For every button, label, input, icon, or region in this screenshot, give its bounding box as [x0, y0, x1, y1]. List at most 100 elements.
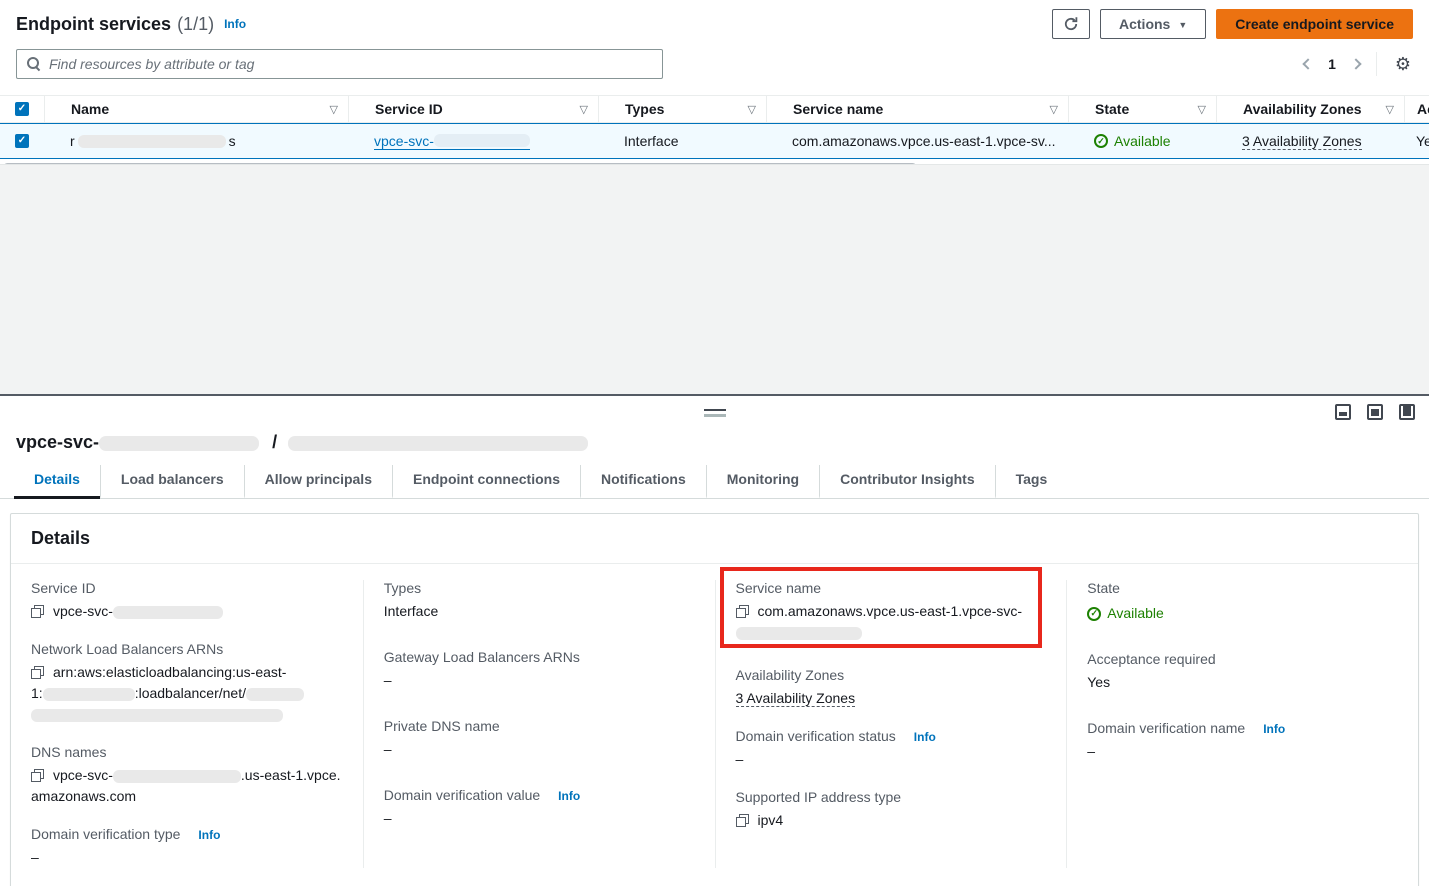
- row-name-suffix: s: [229, 133, 236, 149]
- refresh-button[interactable]: [1052, 9, 1090, 39]
- info-link[interactable]: Info: [1263, 722, 1285, 736]
- field-state: State ✓ Available: [1087, 580, 1398, 624]
- panel-drag-handle[interactable]: [704, 409, 726, 417]
- endpoint-services-section: Endpoint services (1/1) Info Actions ▼ C…: [0, 0, 1429, 164]
- filter-icon[interactable]: ▽: [748, 103, 756, 116]
- filter-icon[interactable]: ▽: [1386, 103, 1394, 116]
- tab-load-balancers[interactable]: Load balancers: [100, 465, 244, 499]
- field-domain-verification-type: Domain verification type Info –: [31, 826, 343, 868]
- redacted-text: [78, 135, 226, 148]
- redacted-text: [31, 709, 283, 722]
- service-id-link[interactable]: vpce-svc-: [374, 133, 530, 150]
- availability-zones-link[interactable]: 3 Availability Zones: [1242, 133, 1362, 150]
- row-state-cell: ✓ Available: [1068, 124, 1216, 158]
- column-header-state[interactable]: State ▽: [1068, 96, 1216, 122]
- row-acceptance-cell: Yes: [1404, 124, 1429, 158]
- panel-size-full-button[interactable]: [1399, 404, 1415, 420]
- panel-full-icon: [1399, 404, 1415, 420]
- row-availability-zones-cell: 3 Availability Zones: [1216, 124, 1404, 158]
- previous-page-icon[interactable]: [1302, 58, 1313, 69]
- redacted-text: [99, 436, 259, 451]
- content-background: [0, 164, 1429, 394]
- column-header-acceptance[interactable]: Acceptance required: [1404, 96, 1429, 122]
- state-badge: ✓ Available: [1094, 133, 1171, 149]
- filter-icon[interactable]: ▽: [580, 103, 588, 116]
- check-circle-icon: ✓: [1087, 607, 1101, 621]
- redacted-text: [113, 606, 223, 619]
- filter-icon[interactable]: ▽: [330, 103, 338, 116]
- create-endpoint-service-button[interactable]: Create endpoint service: [1216, 9, 1413, 39]
- panel-tabs: Details Load balancers Allow principals …: [0, 465, 1429, 499]
- table-row[interactable]: ✓ r s vpce-svc- Interface com.amazonaws.…: [0, 123, 1429, 159]
- refresh-icon: [1063, 16, 1079, 32]
- info-link[interactable]: Info: [558, 789, 580, 803]
- details-card-heading: Details: [11, 514, 1418, 564]
- select-all-cell: ✓: [0, 96, 44, 122]
- copy-icon[interactable]: [736, 814, 749, 827]
- actions-button[interactable]: Actions ▼: [1100, 9, 1206, 39]
- column-header-name[interactable]: Name ▽: [44, 96, 348, 122]
- tab-tags[interactable]: Tags: [995, 465, 1068, 499]
- tab-endpoint-connections[interactable]: Endpoint connections: [392, 465, 580, 499]
- row-name-cell: r s: [44, 124, 348, 158]
- availability-zones-link[interactable]: 3 Availability Zones: [736, 690, 856, 707]
- column-header-availability-zones[interactable]: Availability Zones ▽: [1216, 96, 1404, 122]
- redacted-text: [113, 770, 241, 783]
- info-link[interactable]: Info: [198, 828, 220, 842]
- details-card-body: Service ID vpce-svc- Network Load Balanc…: [11, 564, 1418, 886]
- table-toolbar: 1 ⚙: [0, 43, 1429, 87]
- details-column-1: Service ID vpce-svc- Network Load Balanc…: [11, 580, 363, 868]
- app-root: Endpoint services (1/1) Info Actions ▼ C…: [0, 0, 1429, 886]
- detail-split-panel: vpce-svc- / Details Load balancers Allow…: [0, 394, 1429, 886]
- details-column-2: Types Interface Gateway Load Balancers A…: [363, 580, 715, 868]
- field-availability-zones: Availability Zones 3 Availability Zones: [736, 667, 1047, 709]
- field-domain-verification-value: Domain verification value Info –: [384, 787, 695, 829]
- toolbar-divider: [1376, 52, 1377, 76]
- tab-monitoring[interactable]: Monitoring: [706, 465, 819, 499]
- copy-icon[interactable]: [31, 769, 44, 782]
- copy-icon[interactable]: [736, 605, 749, 618]
- copy-icon[interactable]: [31, 666, 44, 679]
- tab-details[interactable]: Details: [14, 465, 100, 499]
- tab-notifications[interactable]: Notifications: [580, 465, 706, 499]
- header-info-link[interactable]: Info: [224, 17, 246, 31]
- actions-button-label: Actions: [1119, 16, 1170, 32]
- search-icon: [26, 56, 40, 70]
- select-all-checkbox[interactable]: ✓: [15, 102, 29, 116]
- state-badge: ✓ Available: [1087, 603, 1164, 624]
- field-domain-verification-status: Domain verification status Info –: [736, 728, 1047, 770]
- row-service-id-cell: vpce-svc-: [348, 124, 598, 158]
- row-checkbox[interactable]: ✓: [15, 134, 29, 148]
- panel-size-small-button[interactable]: [1335, 404, 1351, 420]
- row-name-prefix: r: [70, 133, 75, 149]
- page-header: Endpoint services (1/1) Info Actions ▼ C…: [0, 0, 1429, 43]
- copy-icon[interactable]: [31, 605, 44, 618]
- redacted-text: [43, 688, 135, 701]
- column-header-service-name[interactable]: Service name ▽: [766, 96, 1068, 122]
- field-service-name: Service name com.amazonaws.vpce.us-east-…: [736, 580, 1047, 643]
- info-link[interactable]: Info: [914, 730, 936, 744]
- tab-allow-principals[interactable]: Allow principals: [244, 465, 392, 499]
- check-circle-icon: ✓: [1094, 134, 1108, 148]
- column-header-service-id[interactable]: Service ID ▽: [348, 96, 598, 122]
- create-endpoint-service-label: Create endpoint service: [1235, 16, 1394, 32]
- next-page-icon[interactable]: [1350, 58, 1361, 69]
- row-types-cell: Interface: [598, 124, 766, 158]
- settings-button[interactable]: ⚙: [1393, 55, 1413, 73]
- search-box: [16, 49, 663, 79]
- panel-size-medium-button[interactable]: [1367, 404, 1383, 420]
- filter-icon[interactable]: ▽: [1198, 103, 1206, 116]
- current-page-number[interactable]: 1: [1326, 56, 1338, 72]
- field-supported-ip-type: Supported IP address type ipv4: [736, 789, 1047, 831]
- search-input[interactable]: [16, 49, 663, 79]
- table-header-row: ✓ Name ▽ Service ID ▽ Types ▽ Service na…: [0, 95, 1429, 123]
- column-header-types[interactable]: Types ▽: [598, 96, 766, 122]
- field-service-id: Service ID vpce-svc-: [31, 580, 343, 622]
- redacted-text: [736, 627, 862, 640]
- tab-contributor-insights[interactable]: Contributor Insights: [819, 465, 995, 499]
- field-dns-names: DNS names vpce-svc-.us-east-1.vpce.amazo…: [31, 744, 343, 807]
- field-domain-verification-name: Domain verification name Info –: [1087, 720, 1398, 762]
- panel-title-separator: /: [272, 432, 277, 452]
- filter-icon[interactable]: ▽: [1050, 103, 1058, 116]
- panel-title-prefix: vpce-svc-: [16, 432, 99, 452]
